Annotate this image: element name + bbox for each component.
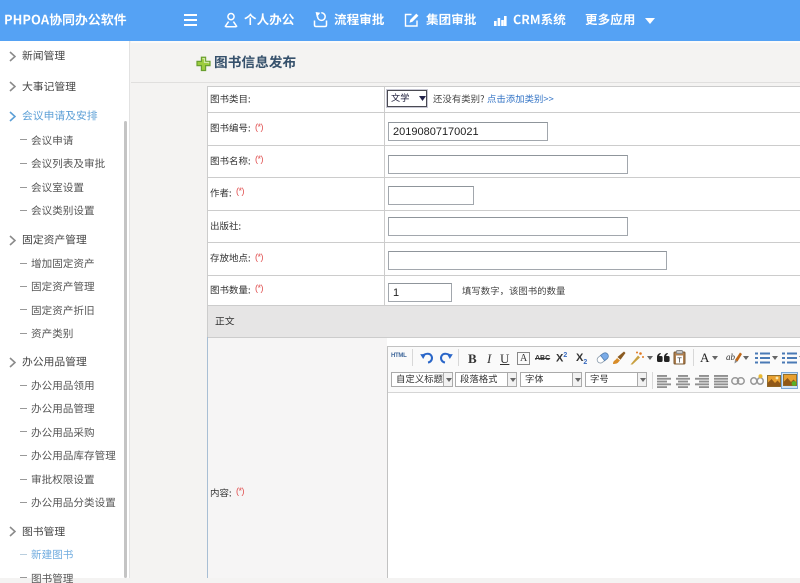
svg-text:ab: ab (726, 352, 736, 362)
svg-text:T: T (677, 356, 682, 365)
